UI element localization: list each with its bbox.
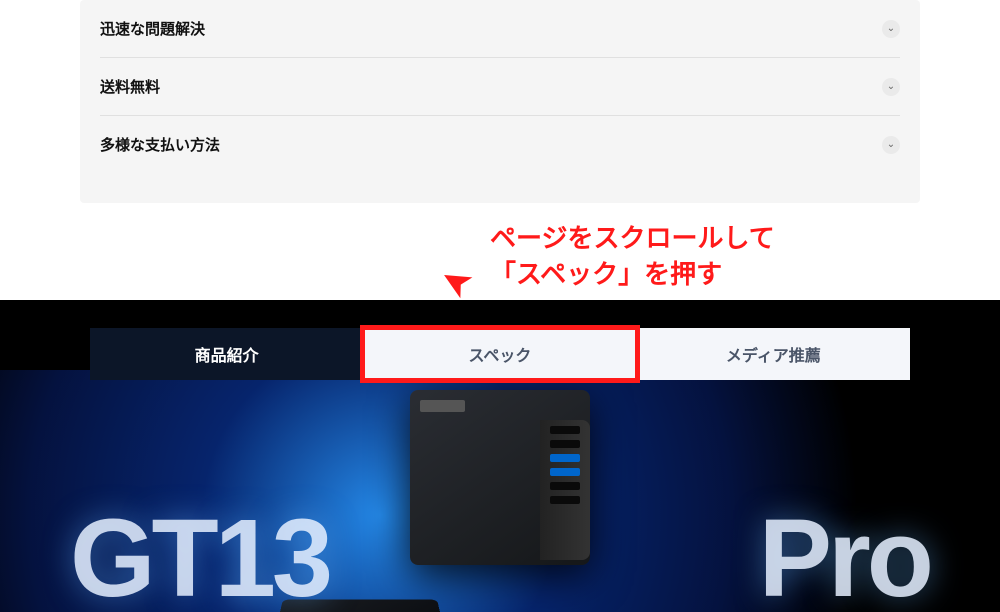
accordion-label: 多様な支払い方法 [100, 134, 220, 155]
tab-spec[interactable]: スペック [363, 328, 636, 380]
product-render-main [410, 390, 590, 565]
hero-image: GT13 Pro [0, 370, 1000, 612]
product-render-secondary [277, 600, 443, 612]
accordion-section: 迅速な問題解決 ⌄ 送料無料 ⌄ 多様な支払い方法 ⌄ [80, 0, 920, 203]
hero-text-right: Pro [759, 495, 930, 612]
accordion-item-free-shipping[interactable]: 送料無料 ⌄ [100, 58, 900, 116]
product-ports [540, 420, 590, 560]
accordion-label: 迅速な問題解決 [100, 18, 205, 39]
product-detail-section: 商品紹介 スペック メディア推薦 GT13 Pro [0, 300, 1000, 612]
tab-label: 商品紹介 [195, 348, 259, 365]
tab-label: メディア推薦 [726, 348, 821, 365]
tabs-bar: 商品紹介 スペック メディア推薦 [0, 328, 1000, 380]
chevron-down-icon: ⌄ [882, 78, 900, 96]
annotation-text: ページをスクロールして 「スペック」を押す [490, 220, 775, 293]
hero-text-left: GT13 [70, 495, 329, 612]
tab-label: スペック [469, 348, 532, 365]
annotation-overlay: ➤ ページをスクロールして 「スペック」を押す [440, 220, 775, 293]
tab-media-recommend[interactable]: メディア推薦 [637, 328, 910, 380]
annotation-line-2: 「スペック」を押す [490, 256, 775, 292]
accordion-item-payment-methods[interactable]: 多様な支払い方法 ⌄ [100, 116, 900, 173]
chevron-down-icon: ⌄ [882, 136, 900, 154]
chevron-down-icon: ⌄ [882, 20, 900, 38]
accordion-item-quick-resolution[interactable]: 迅速な問題解決 ⌄ [100, 0, 900, 58]
accordion-label: 送料無料 [100, 76, 160, 97]
tab-product-intro[interactable]: 商品紹介 [90, 328, 363, 380]
annotation-line-1: ページをスクロールして [490, 220, 775, 256]
